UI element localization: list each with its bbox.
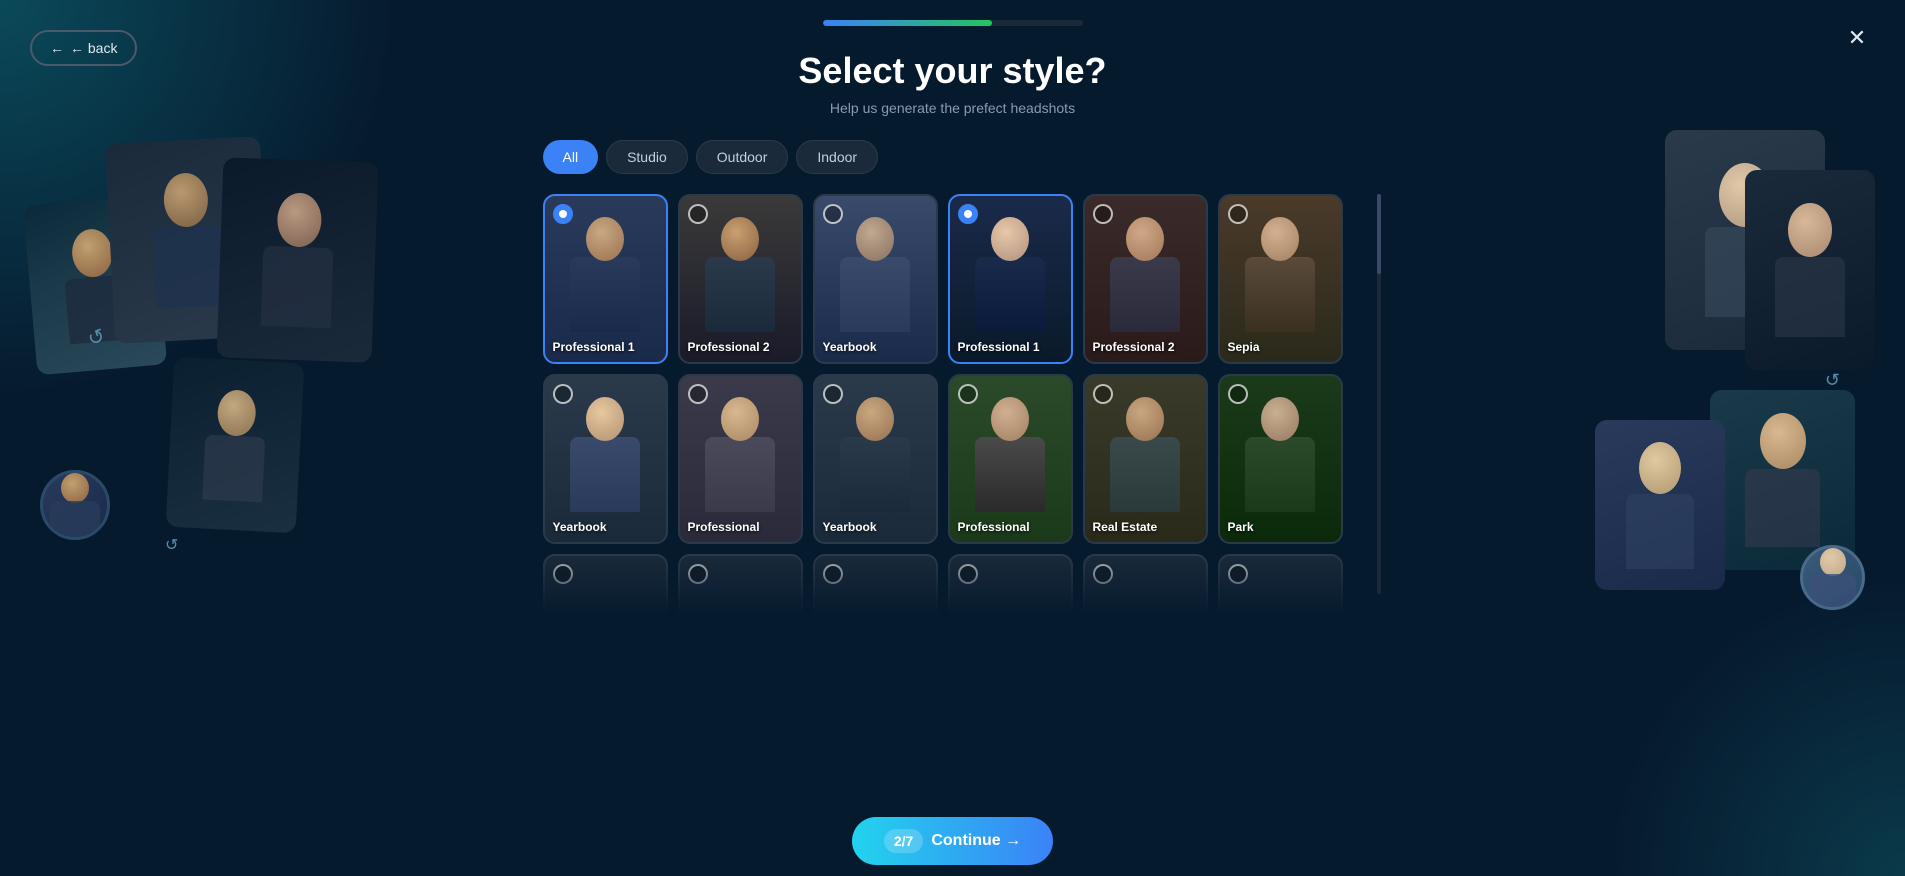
left-arrow-decoration-2: ↺: [165, 535, 178, 555]
filter-tab-studio[interactable]: Studio: [606, 140, 688, 174]
style-card-yearbook-female2[interactable]: Yearbook: [813, 374, 938, 544]
style-grid-row2: Yearbook Professional Ye: [543, 374, 1363, 544]
head-3: [856, 217, 894, 261]
body-12: [1245, 437, 1315, 512]
style-card-professional-outdoor[interactable]: Professional: [948, 374, 1073, 544]
style-card-sepia[interactable]: Sepia: [1218, 194, 1343, 364]
head-6: [1261, 217, 1299, 261]
continue-button[interactable]: 2/7 Continue →: [852, 817, 1053, 865]
card-label-9: Yearbook: [823, 520, 877, 534]
head-5: [1126, 217, 1164, 261]
head-1: [586, 217, 624, 261]
left-photo-3: [217, 157, 379, 362]
page-title: Select your style?: [798, 50, 1106, 92]
style-card-real-estate[interactable]: Real Estate: [1083, 374, 1208, 544]
right-avatar: [1800, 545, 1865, 610]
card-label-5: Professional 2: [1093, 340, 1175, 354]
page-subtitle: Help us generate the prefect headshots: [830, 100, 1075, 116]
body-11: [1110, 437, 1180, 512]
body-2: [705, 257, 775, 332]
fade-overlay: [543, 554, 1363, 614]
radio-professional1-female[interactable]: [958, 204, 978, 224]
style-card-professional1-female[interactable]: Professional 1: [948, 194, 1073, 364]
left-decoration: ↺ ↺: [30, 140, 370, 580]
filter-tab-outdoor[interactable]: Outdoor: [696, 140, 789, 174]
filter-tab-all[interactable]: All: [543, 140, 599, 174]
content-panel: Select your style? Help us generate the …: [543, 20, 1363, 614]
bottom-bar: 2/7 Continue →: [0, 806, 1905, 876]
filter-tab-indoor[interactable]: Indoor: [796, 140, 878, 174]
style-card-park[interactable]: Park: [1218, 374, 1343, 544]
left-avatar: [40, 470, 110, 540]
style-card-yearbook-male[interactable]: Yearbook: [813, 194, 938, 364]
radio-professional1-male[interactable]: [553, 204, 573, 224]
radio-yearbook-male[interactable]: [823, 204, 843, 224]
radio-sepia[interactable]: [1228, 204, 1248, 224]
head-10: [991, 397, 1029, 441]
radio-yearbook-female[interactable]: [553, 384, 573, 404]
body-5: [1110, 257, 1180, 332]
body-10: [975, 437, 1045, 512]
style-card-professional1-male[interactable]: Professional 1: [543, 194, 668, 364]
card-label-6: Sepia: [1228, 340, 1260, 354]
back-label: ← back: [70, 40, 117, 56]
radio-professional-female2[interactable]: [688, 384, 708, 404]
head-11: [1126, 397, 1164, 441]
body-1: [570, 257, 640, 332]
back-button[interactable]: ← ← back: [30, 30, 137, 66]
scroll-thumb: [1377, 194, 1381, 274]
head-9: [856, 397, 894, 441]
style-grid-wrapper: Professional 1 Professional 2: [543, 194, 1363, 614]
card-label-12: Park: [1228, 520, 1254, 534]
head-4: [991, 217, 1029, 261]
radio-professional2-female[interactable]: [1093, 204, 1113, 224]
card-label-11: Real Estate: [1093, 520, 1158, 534]
head-2: [721, 217, 759, 261]
body-8: [705, 437, 775, 512]
close-button[interactable]: ✕: [1839, 20, 1875, 56]
filter-tabs: All Studio Outdoor Indoor: [543, 140, 879, 174]
card-label-3: Yearbook: [823, 340, 877, 354]
right-photo-2: [1745, 170, 1875, 370]
style-card-professional2-male[interactable]: Professional 2: [678, 194, 803, 364]
style-grid-row3-partial: [543, 554, 1363, 614]
head-8: [721, 397, 759, 441]
card-label-10: Professional: [958, 520, 1030, 534]
card-label-1: Professional 1: [553, 340, 635, 354]
card-label-2: Professional 2: [688, 340, 770, 354]
head-12: [1261, 397, 1299, 441]
style-grid-row1: Professional 1 Professional 2: [543, 194, 1363, 364]
card-label-8: Professional: [688, 520, 760, 534]
style-card-professional2-female[interactable]: Professional 2: [1083, 194, 1208, 364]
radio-park[interactable]: [1228, 384, 1248, 404]
back-arrow-icon: ←: [50, 40, 64, 56]
right-photo-4: [1595, 420, 1725, 590]
body-3: [840, 257, 910, 332]
style-card-professional-female2[interactable]: Professional: [678, 374, 803, 544]
step-badge: 2/7: [884, 829, 923, 853]
radio-professional2-male[interactable]: [688, 204, 708, 224]
body-4: [975, 257, 1045, 332]
right-arrow-decoration: ↺: [1825, 370, 1840, 391]
right-decoration: ↺: [1575, 130, 1875, 630]
continue-label: Continue →: [931, 832, 1021, 850]
progress-bar: [823, 20, 1083, 26]
style-card-yearbook-female[interactable]: Yearbook: [543, 374, 668, 544]
body-9: [840, 437, 910, 512]
body-7: [570, 437, 640, 512]
progress-bar-fill: [823, 20, 992, 26]
body-6: [1245, 257, 1315, 332]
left-photo-4: [166, 357, 305, 534]
close-icon: ✕: [1848, 25, 1866, 51]
right-photo-3: [1710, 390, 1855, 570]
radio-yearbook-female2[interactable]: [823, 384, 843, 404]
scroll-indicator[interactable]: [1377, 194, 1381, 594]
head-7: [586, 397, 624, 441]
card-label-4: Professional 1: [958, 340, 1040, 354]
radio-real-estate[interactable]: [1093, 384, 1113, 404]
radio-professional-outdoor[interactable]: [958, 384, 978, 404]
main-container: ← ← back ✕: [0, 0, 1905, 876]
card-label-7: Yearbook: [553, 520, 607, 534]
